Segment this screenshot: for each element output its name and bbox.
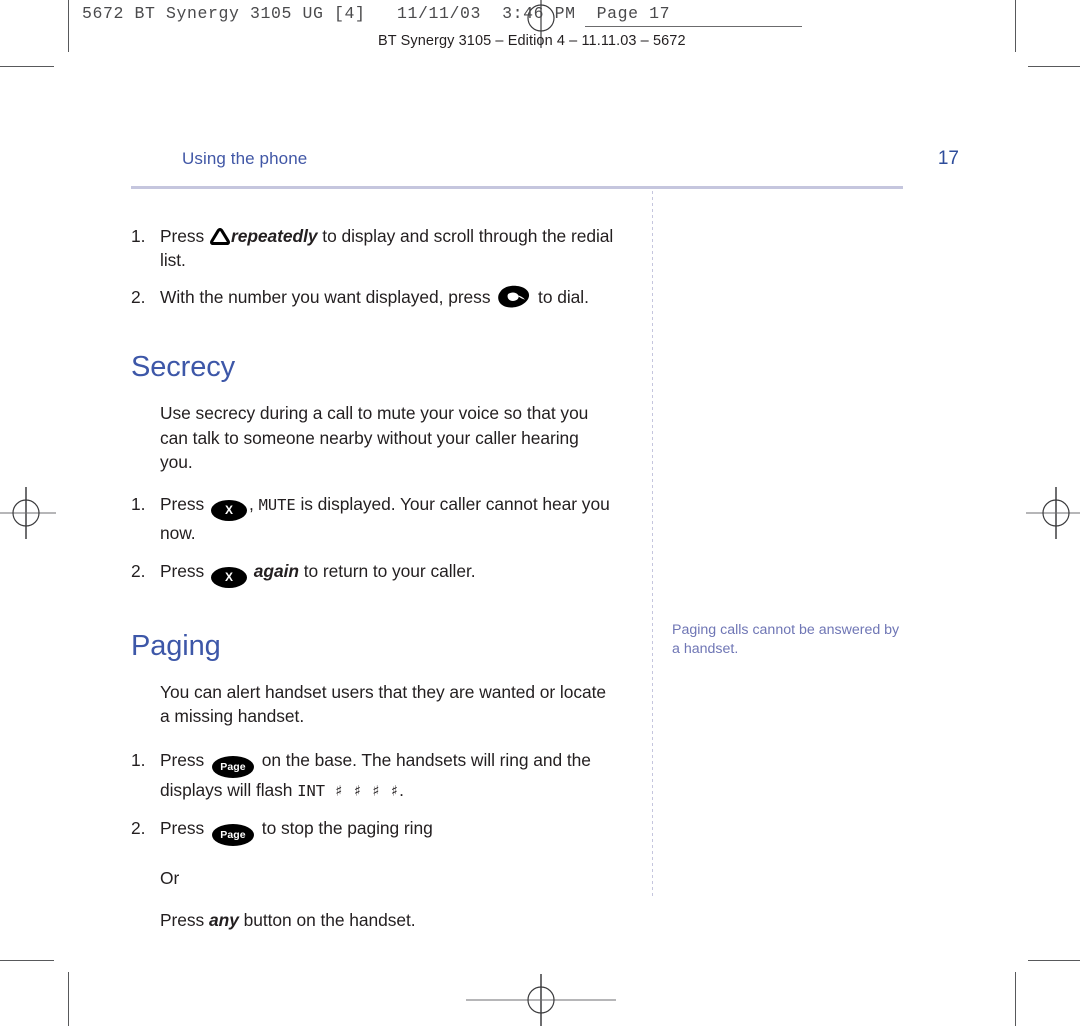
- list-item: 1. Press repeatedly to display and scroll…: [131, 224, 636, 273]
- step-number: 1.: [131, 494, 146, 515]
- page-number: 17: [937, 148, 959, 169]
- chapter-title: Using the phone: [182, 149, 308, 168]
- crop-mark-top-right-horizontal: [1028, 66, 1080, 67]
- scroll-up-triangle-icon: [209, 227, 231, 245]
- alternative-instruction: Press any button on the handset.: [160, 908, 636, 932]
- printer-slug-underline: [585, 26, 802, 27]
- crop-mark-bottom-left-horizontal: [0, 960, 54, 961]
- step-number: 1.: [131, 749, 146, 770]
- step-number: 2.: [131, 818, 146, 839]
- step-text-after: to stop the paging ring: [257, 818, 433, 839]
- step-number: 1.: [131, 226, 146, 246]
- step-number: 2.: [131, 286, 146, 307]
- page-key-button[interactable]: Page: [212, 755, 254, 778]
- registration-mark-left: [0, 487, 56, 539]
- crop-mark-top-right-vertical: [1015, 0, 1016, 52]
- list-item: 2. With the number you want displayed, pr…: [131, 285, 636, 309]
- step-text-before: With the number you want displayed, pres…: [160, 286, 496, 307]
- section-heading-secrecy: Secrecy: [131, 351, 236, 384]
- crop-mark-bottom-right-horizontal: [1028, 960, 1080, 961]
- main-content-column: 1. Press repeatedly to display and scroll…: [131, 210, 636, 933]
- step-tail: .: [399, 779, 404, 800]
- secrecy-key-button[interactable]: X: [211, 500, 247, 522]
- step-number: 2.: [131, 560, 146, 581]
- step-emphasis: again: [253, 560, 299, 581]
- section-intro-secrecy: Use secrecy during a call to mute your v…: [160, 403, 589, 473]
- column-divider: [652, 191, 653, 897]
- paging-step-list: 1. Press Page on the base. The handsets w…: [131, 748, 636, 847]
- step-text-before: Press: [160, 749, 209, 770]
- list-item: 2. Press X again to return to your caller…: [131, 559, 636, 588]
- lcd-display-text: MUTE: [258, 496, 296, 515]
- alt-text-before: Press: [160, 910, 209, 931]
- step-separator: ,: [249, 494, 259, 515]
- page-root: { "print_marks": { "slug_line": "5672 BT…: [0, 0, 1080, 1026]
- printer-slug-line: 5672 BT Synergy 3105 UG [4] 11/11/03 3:4…: [82, 4, 671, 23]
- secrecy-step-list: 1. Press X, MUTE is displayed. Your calle…: [131, 492, 636, 588]
- step-text-after: to dial.: [533, 286, 589, 307]
- step-text-after: to return to your caller.: [298, 560, 476, 581]
- step-emphasis: repeatedly: [231, 226, 318, 246]
- margin-note: Paging calls cannot be answered by a han…: [672, 622, 900, 657]
- list-item: 1. Press X, MUTE is displayed. Your calle…: [131, 492, 636, 545]
- step-text-before: Press: [160, 560, 209, 581]
- alternative-or-label: Or: [160, 868, 180, 889]
- lcd-display-text: INT ♯ ♯ ♯ ♯: [297, 781, 400, 800]
- registration-mark-left-icon: [0, 487, 56, 539]
- dial-handset-icon: [497, 285, 531, 309]
- step-text-before: Press: [160, 494, 209, 515]
- header-rule: [131, 186, 903, 189]
- section-intro-paging: You can alert handset users that they ar…: [160, 681, 607, 727]
- crop-mark-bottom-left-vertical: [68, 972, 69, 1026]
- list-item: 1. Press Page on the base. The handsets w…: [131, 748, 636, 803]
- running-head-edition: BT Synergy 3105 – Edition 4 – 11.11.03 –…: [378, 33, 686, 49]
- crop-mark-top-left-vertical: [68, 0, 69, 52]
- registration-mark-bottom-icon: [466, 974, 616, 1026]
- registration-mark-right-icon: [1026, 487, 1080, 539]
- crop-mark-top-left-horizontal: [0, 66, 54, 67]
- registration-mark-bottom: [466, 974, 616, 1026]
- list-item: 2. Press Page to stop the paging ring: [131, 816, 636, 847]
- page-key-button[interactable]: Page: [212, 824, 254, 847]
- section-heading-paging: Paging: [131, 629, 221, 662]
- alt-text-after: button on the handset.: [238, 910, 416, 931]
- secrecy-key-button[interactable]: X: [211, 566, 247, 588]
- registration-mark-right: [1026, 487, 1080, 539]
- step-text-before: Press: [160, 226, 209, 246]
- alt-emphasis: any: [209, 910, 239, 931]
- crop-mark-bottom-right-vertical: [1015, 972, 1016, 1026]
- step-text-before: Press: [160, 818, 209, 839]
- redial-step-list: 1. Press repeatedly to display and scroll…: [131, 224, 636, 309]
